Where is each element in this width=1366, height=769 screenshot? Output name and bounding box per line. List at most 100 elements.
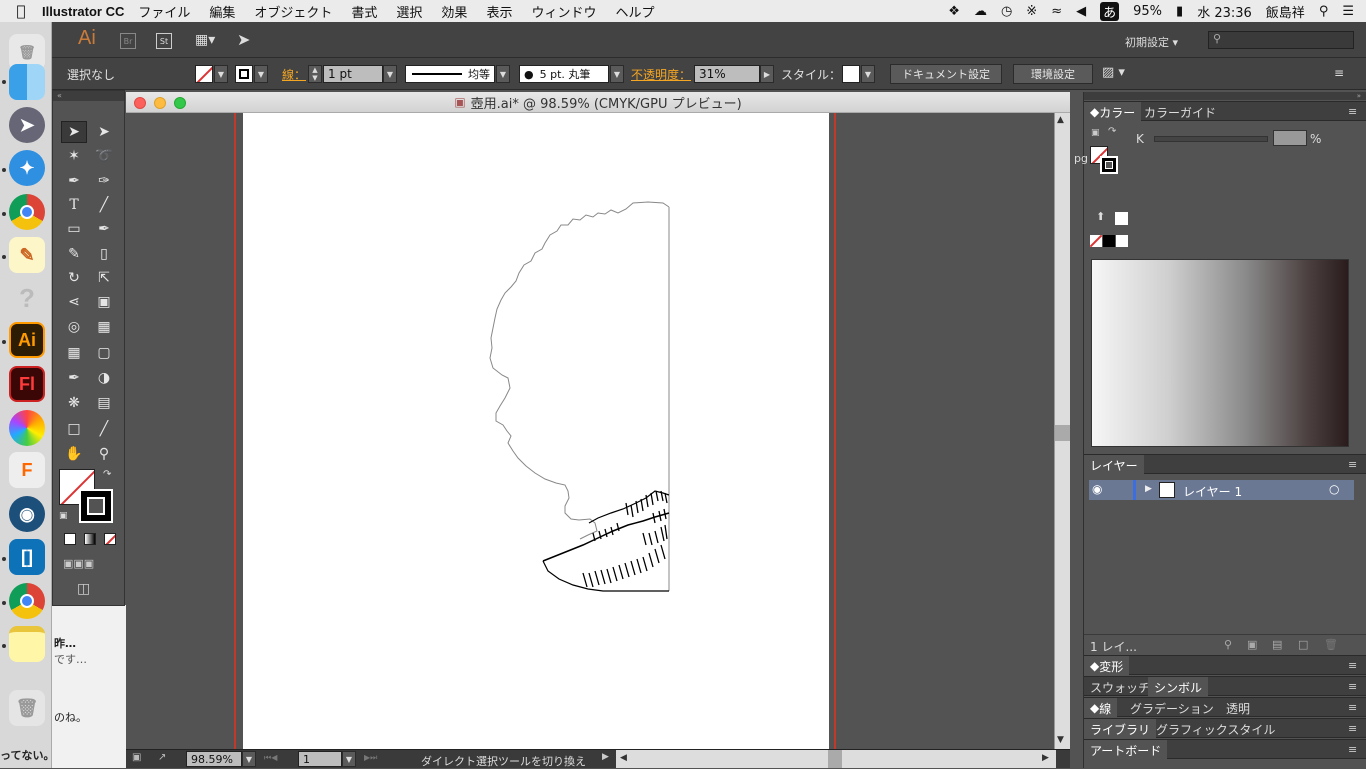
menu-edit[interactable]: 編集	[209, 2, 235, 21]
dropbox-icon[interactable]: ❖	[948, 4, 960, 19]
battery-icon[interactable]: ▮	[1176, 4, 1183, 19]
hscroll-thumb[interactable]	[828, 750, 842, 768]
last-color-swatch[interactable]	[1115, 212, 1128, 225]
brackets-icon[interactable]: []	[9, 539, 45, 575]
tab-gradient[interactable]: グラデーション	[1124, 698, 1220, 718]
user-name[interactable]: 飯島祥	[1266, 2, 1305, 21]
screen-mode-icon[interactable]: ◫	[77, 581, 90, 597]
mini-fill-stroke-icon[interactable]: ▣	[1091, 128, 1100, 138]
launchpad-icon[interactable]: ➤	[9, 107, 45, 143]
spotlight-icon[interactable]: ⚲	[1319, 4, 1329, 19]
doc-info-icon[interactable]: ▣	[132, 752, 141, 763]
hand-tool-icon[interactable]: ✋	[61, 443, 87, 465]
wifi-icon[interactable]: ≈	[1051, 4, 1062, 19]
textedit-icon[interactable]: ✎	[9, 237, 45, 273]
menu-view[interactable]: 表示	[486, 2, 512, 21]
layers-panel-menu-icon[interactable]: ≡	[1348, 458, 1357, 471]
scroll-up-arrow-icon[interactable]: ▲	[1057, 115, 1064, 125]
width-tool-icon[interactable]: ⋖	[61, 291, 87, 313]
selection-tool-icon[interactable]: ➤	[61, 121, 87, 143]
lasso-tool-icon[interactable]: ➰	[91, 145, 117, 167]
brush-dropdown[interactable]: ▼	[610, 65, 624, 83]
artboard-tool-icon[interactable]: □	[61, 418, 87, 440]
tab-color-guide[interactable]: カラーガイド	[1138, 102, 1222, 122]
style-dropdown[interactable]: ▼	[861, 65, 875, 83]
tab-graphic-styles[interactable]: グラフィックスタイル	[1150, 719, 1281, 739]
color-panel-menu-icon[interactable]: ≡	[1348, 105, 1357, 118]
menu-type[interactable]: 書式	[351, 2, 377, 21]
finder-icon[interactable]	[9, 64, 45, 100]
locate-object-icon[interactable]: ⚲	[1224, 638, 1232, 651]
menu-window[interactable]: ウィンドウ	[531, 2, 596, 21]
app-menu[interactable]: Illustrator CC	[42, 4, 124, 19]
layer-visibility-eye-icon[interactable]: ◉	[1092, 482, 1102, 496]
opacity-slider-button[interactable]: ▶	[760, 65, 774, 83]
last-artboard-icon[interactable]: ▶⏭	[364, 753, 377, 763]
drawing-modes-icon[interactable]: ▣▣▣	[63, 557, 94, 570]
bluetooth-icon[interactable]: ※	[1026, 4, 1037, 19]
chrome-canary-icon[interactable]	[9, 583, 45, 619]
pencil-tool-icon[interactable]: ✎	[61, 243, 87, 265]
free-transform-tool-icon[interactable]: ▣	[91, 291, 117, 313]
none-swatch[interactable]	[1090, 235, 1102, 247]
workspace-switcher[interactable]: 初期設定 ▾	[1125, 34, 1178, 50]
notification-center-icon[interactable]: ☰	[1342, 4, 1354, 19]
color-spectrum[interactable]	[1091, 259, 1349, 447]
apple-menu-icon[interactable]: 	[0, 2, 42, 20]
input-method-icon[interactable]: あ	[1100, 1, 1120, 21]
curvature-tool-icon[interactable]: ✑	[91, 170, 117, 192]
graph-tool-icon[interactable]: ▤	[91, 392, 117, 414]
shape-builder-tool-icon[interactable]: ◎	[61, 316, 87, 338]
stock-button[interactable]: St	[156, 33, 172, 49]
black-swatch[interactable]	[1103, 235, 1115, 247]
eraser-tool-icon[interactable]: ▯	[91, 243, 117, 265]
artboard-number-input[interactable]: 1	[298, 751, 342, 767]
bridge-button[interactable]: Br	[120, 33, 136, 49]
layer-target-icon[interactable]: ○	[1329, 482, 1339, 496]
out-of-gamut-icon[interactable]: ⬆	[1096, 210, 1105, 223]
scroll-left-arrow-icon[interactable]: ◀	[620, 753, 627, 763]
sourcetree-icon[interactable]: ◉	[9, 496, 45, 532]
artboard-dropdown[interactable]: ▼	[342, 751, 356, 767]
stroke-weight-stepper[interactable]: ▲ ▼	[308, 65, 322, 83]
menu-file[interactable]: ファイル	[138, 2, 190, 21]
unknown-app-icon[interactable]: ?	[9, 280, 45, 316]
fill-swatch[interactable]	[195, 65, 213, 83]
horizontal-scrollbar[interactable]: ◀ ▶	[616, 750, 1056, 768]
stroke-menu-icon[interactable]: ≡	[1348, 701, 1357, 714]
tab-artboards[interactable]: アートボード	[1084, 740, 1168, 760]
transform-menu-icon[interactable]: ≡	[1348, 659, 1357, 672]
blend-tool-icon[interactable]: ◑	[91, 367, 117, 389]
fill-dropdown[interactable]: ▼	[214, 65, 228, 83]
illustrator-dock-icon[interactable]: Ai	[9, 322, 45, 358]
profile-silhouette-artwork[interactable]	[243, 113, 829, 749]
k-slider[interactable]	[1154, 136, 1268, 142]
arrange-documents-icon[interactable]: ▦▾	[195, 32, 215, 48]
layer-row[interactable]: ◉ ▶ レイヤー 1 ○	[1089, 480, 1354, 500]
magic-wand-tool-icon[interactable]: ✶	[61, 145, 87, 167]
battery-percent[interactable]: 95%	[1133, 4, 1162, 19]
default-fill-stroke-icon[interactable]: ▣	[59, 511, 68, 521]
stroke-label[interactable]: 線：	[282, 66, 306, 83]
zoom-tool-icon[interactable]: ⚲	[91, 443, 117, 465]
panel-stroke-swatch[interactable]	[1100, 156, 1118, 174]
artboards-menu-icon[interactable]: ≡	[1348, 743, 1357, 756]
gpu-rocket-icon[interactable]: ➤	[237, 30, 250, 49]
zoom-window-button[interactable]	[174, 97, 186, 109]
tab-stroke[interactable]: ◆ 線	[1084, 698, 1118, 718]
tab-symbols[interactable]: シンボル	[1148, 677, 1209, 697]
preferences-button[interactable]: 環境設定	[1013, 64, 1093, 84]
vertical-scrollbar[interactable]: ▲ ▼	[1054, 113, 1070, 749]
share-icon[interactable]: ↗	[158, 752, 166, 763]
flash-dock-icon[interactable]: Fl	[9, 366, 45, 402]
scroll-down-arrow-icon[interactable]: ▼	[1057, 735, 1064, 745]
clipping-mask-icon[interactable]: ▣	[1247, 638, 1257, 651]
photos-icon[interactable]	[9, 410, 45, 446]
gradient-tool-icon[interactable]: ▢	[91, 342, 117, 364]
k-value-input[interactable]	[1273, 130, 1307, 146]
tab-transparency[interactable]: 透明	[1220, 698, 1256, 718]
direct-selection-tool-icon[interactable]: ➤	[91, 121, 117, 143]
new-layer-icon[interactable]: □	[1298, 638, 1308, 651]
libraries-menu-icon[interactable]: ≡	[1348, 722, 1357, 735]
volume-icon[interactable]: ◀	[1076, 4, 1086, 19]
